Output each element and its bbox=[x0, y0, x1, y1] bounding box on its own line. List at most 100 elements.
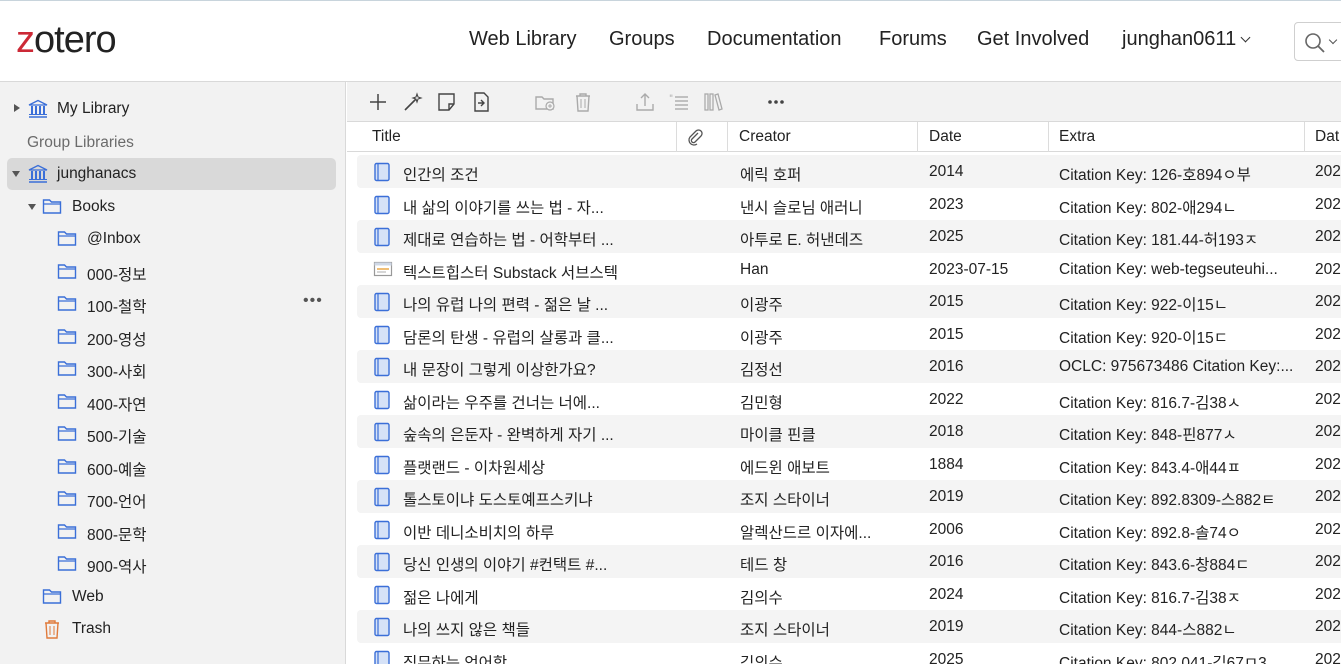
cell-date-added: 202 bbox=[1315, 585, 1341, 603]
create-citation-icon[interactable]: " bbox=[668, 91, 690, 113]
cell-date-added: 202 bbox=[1315, 618, 1341, 635]
column-header-creator[interactable]: Creator bbox=[739, 128, 791, 146]
tree-item-collection[interactable]: 500-기술 bbox=[0, 418, 346, 450]
cell-creator: 에릭 호퍼 bbox=[740, 167, 802, 184]
trash-icon[interactable] bbox=[572, 91, 594, 113]
table-row[interactable]: 나의 쓰지 않은 책들 조지 스타이너 2019 Citation Key: 844-… bbox=[357, 610, 1341, 643]
cell-date-added: 202 bbox=[1315, 488, 1341, 505]
cell-title: 숲속의 은둔자 - 완벽하게 자기 ... bbox=[403, 427, 614, 444]
nav-forums[interactable]: Forums bbox=[879, 28, 947, 51]
folder-icon bbox=[57, 296, 77, 311]
cell-date: 2023 bbox=[929, 195, 964, 213]
table-row[interactable]: 인간의 조건 에릭 호퍼 2014 Citation Key: 126-호894ㅇ부 2… bbox=[357, 155, 1341, 188]
expand-arrow-right-icon[interactable] bbox=[14, 104, 20, 112]
folder-icon bbox=[57, 361, 77, 376]
tree-label: 500-기술 bbox=[87, 429, 147, 446]
create-bibliography-icon[interactable] bbox=[703, 91, 725, 113]
group-libraries-header: Group Libraries bbox=[27, 134, 134, 151]
expand-arrow-down-icon[interactable] bbox=[12, 171, 20, 177]
folder-icon bbox=[57, 491, 77, 506]
column-resizer[interactable] bbox=[727, 122, 728, 152]
cell-extra: Citation Key: 892.8-솔74ㅇ bbox=[1059, 524, 1241, 542]
tree-item-collection[interactable]: 700-언어 bbox=[0, 483, 346, 515]
column-header-date[interactable]: Date bbox=[929, 128, 962, 146]
add-attachment-icon[interactable] bbox=[470, 91, 492, 113]
cell-title: 젊은 나에게 bbox=[403, 589, 479, 607]
new-item-icon[interactable] bbox=[367, 91, 389, 113]
items-table-body: 인간의 조건 에릭 호퍼 2014 Citation Key: 126-호894ㅇ부 2… bbox=[347, 152, 1341, 664]
cell-creator: 이광주 bbox=[740, 297, 783, 314]
column-resizer[interactable] bbox=[1304, 122, 1305, 152]
tree-item-trash[interactable]: Trash bbox=[0, 613, 346, 645]
nav-groups[interactable]: Groups bbox=[609, 28, 675, 51]
cell-extra: Citation Key: 802.041-김67ㅁ3 bbox=[1059, 654, 1267, 664]
top-navbar: zotero Web Library Groups Documentation For… bbox=[0, 0, 1341, 82]
cell-date: 2019 bbox=[929, 618, 964, 635]
tree-item-collection[interactable]: 200-영성 bbox=[0, 321, 346, 353]
table-row[interactable]: 직무하는 언어학 김의수 2025 Citation Key: 802.041-김67… bbox=[357, 643, 1341, 664]
trash-icon bbox=[45, 620, 59, 639]
table-row[interactable]: 플랫랜드 - 이차원세상 에드윈 애보트 1884 Citation Key: 843… bbox=[357, 448, 1341, 481]
table-row[interactable]: 당신 인생의 이야기 #컨택트 #... 테드 창 2016 Citation Key… bbox=[357, 545, 1341, 578]
attachment-column-icon[interactable] bbox=[686, 128, 704, 146]
export-icon[interactable] bbox=[634, 91, 656, 113]
expand-arrow-down-icon[interactable] bbox=[28, 204, 36, 210]
column-header-extra[interactable]: Extra bbox=[1059, 128, 1095, 146]
more-options-icon[interactable] bbox=[765, 91, 787, 113]
cell-title: 제대로 연습하는 법 - 어학부터 ... bbox=[403, 232, 614, 249]
tree-label: junghanacs bbox=[57, 165, 137, 182]
book-icon bbox=[374, 325, 390, 344]
nav-web-library[interactable]: Web Library bbox=[469, 28, 576, 51]
cell-creator: 김민형 bbox=[740, 394, 783, 412]
table-row[interactable]: 나의 유럽 나의 편력 - 젊은 날 ... 이광주 2015 Citation Ke… bbox=[357, 285, 1341, 318]
tree-label: My Library bbox=[57, 100, 130, 117]
tree-item-collection[interactable]: 800-문학 bbox=[0, 516, 346, 548]
tree-item-collection[interactable]: 300-사회 bbox=[0, 353, 346, 385]
tree-item-collection[interactable]: 400-자연 bbox=[0, 386, 346, 418]
user-menu[interactable]: junghan0611 bbox=[1122, 28, 1251, 51]
new-collection-icon[interactable] bbox=[534, 91, 556, 113]
tree-item-my-library[interactable]: My Library bbox=[0, 93, 346, 125]
search-dropdown-button[interactable] bbox=[1294, 22, 1341, 61]
table-row[interactable]: 톨스토이냐 도스토예프스키냐 조지 스타이너 2019 Citation Key: 8… bbox=[357, 480, 1341, 513]
cell-date: 2014 bbox=[929, 163, 964, 180]
tree-item-books[interactable]: Books bbox=[0, 191, 346, 223]
tree-label: 800-문학 bbox=[87, 526, 147, 544]
tree-item-collection[interactable]: 600-예술 bbox=[0, 451, 346, 483]
table-row[interactable]: 삶이라는 우주를 건너는 너에... 김민형 2022 Citation Key: 8… bbox=[357, 383, 1341, 416]
tree-item-collection[interactable]: 000-정보 bbox=[0, 256, 346, 288]
tree-item-web[interactable]: Web bbox=[0, 581, 346, 613]
book-icon bbox=[374, 195, 390, 214]
book-icon bbox=[374, 455, 390, 474]
cell-date-added: 202 bbox=[1315, 390, 1341, 408]
tree-item-collection[interactable]: @Inbox bbox=[0, 223, 346, 255]
column-header-title[interactable]: Title bbox=[372, 128, 401, 146]
cell-extra: Citation Key: 892.8309-스882ㅌ bbox=[1059, 492, 1276, 509]
column-resizer[interactable] bbox=[676, 122, 677, 152]
cell-date-added: 202 bbox=[1315, 195, 1341, 213]
column-resizer[interactable] bbox=[1048, 122, 1049, 152]
table-row[interactable]: 담론의 탄생 - 유럽의 살롱과 클... 이광주 2015 Citation Key… bbox=[357, 318, 1341, 351]
table-row[interactable]: 제대로 연습하는 법 - 어학부터 ... 아투로 E. 허낸데즈 2025 Cita… bbox=[357, 220, 1341, 253]
magic-wand-icon[interactable] bbox=[402, 91, 424, 113]
table-row[interactable]: 내 문장이 그렇게 이상한가요? 김정선 2016 OCLC: 975673486 C… bbox=[357, 350, 1341, 383]
table-row[interactable]: 내 삶의 이야기를 쓰는 법 - 자... 낸시 슬로님 애러니 2023 Citat… bbox=[357, 188, 1341, 221]
column-header-date-added[interactable]: Dat bbox=[1315, 128, 1339, 146]
tree-item-collection[interactable]: 100-철학 ••• bbox=[0, 288, 346, 320]
cell-title: 나의 유럽 나의 편력 - 젊은 날 ... bbox=[403, 297, 609, 314]
new-note-icon[interactable] bbox=[436, 91, 458, 113]
table-row[interactable]: 젊은 나에게 김의수 2024 Citation Key: 816.7-김38ㅈ 202 bbox=[357, 578, 1341, 611]
nav-get-involved[interactable]: Get Involved bbox=[977, 28, 1089, 51]
table-row[interactable]: 숲속의 은둔자 - 완벽하게 자기 ... 마이클 핀클 2018 Citation … bbox=[357, 415, 1341, 448]
cell-title: 텍스트힙스터 Substack 서브스텍 bbox=[403, 264, 618, 282]
table-row[interactable]: 텍스트힙스터 Substack 서브스텍 Han 2023-07-15 Citatio… bbox=[357, 253, 1341, 286]
tree-item-collection[interactable]: 900-역사 bbox=[0, 548, 346, 580]
cell-date-added: 202 bbox=[1315, 325, 1341, 343]
username: junghan0611 bbox=[1122, 28, 1237, 50]
table-row[interactable]: 이반 데니소비치의 하루 알렉산드르 이자에... 2006 Citation Key… bbox=[357, 513, 1341, 546]
more-options-icon[interactable]: ••• bbox=[303, 293, 323, 309]
tree-item-group-junghanacs[interactable]: junghanacs bbox=[0, 158, 346, 190]
column-resizer[interactable] bbox=[917, 122, 918, 152]
tree-label: Trash bbox=[72, 620, 112, 637]
nav-documentation[interactable]: Documentation bbox=[707, 28, 842, 51]
